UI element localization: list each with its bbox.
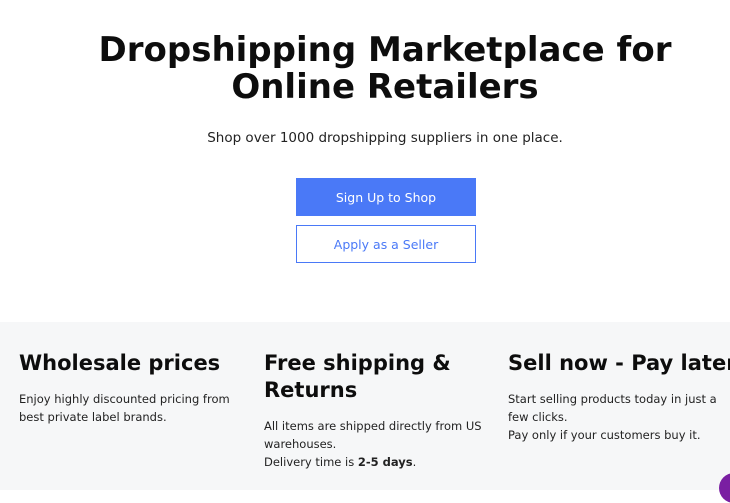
hero-subtitle: Shop over 1000 dropshipping suppliers in… — [207, 130, 563, 146]
sign-up-to-shop-button[interactable]: Sign Up to Shop — [296, 178, 476, 216]
delivery-time-prefix: Delivery time is — [264, 455, 358, 469]
feature-title: Wholesale prices — [19, 351, 221, 375]
feature-description-line: All items are shipped directly from US w… — [264, 419, 482, 451]
page-title: Dropshipping Marketplace for Online Reta… — [98, 30, 672, 107]
feature-description: Start selling products today in just a f… — [508, 390, 730, 444]
feature-description-line: Enjoy highly discounted pricing from bes… — [19, 392, 230, 424]
apply-as-seller-button[interactable]: Apply as a Seller — [296, 225, 476, 263]
feature-description-line: Start selling products today in just a f… — [508, 392, 717, 424]
feature-free-shipping: Free shipping & Returns All items are sh… — [264, 350, 489, 471]
feature-title: Sell now - Pay later — [508, 351, 730, 375]
feature-description: Enjoy highly discounted pricing from bes… — [19, 390, 244, 426]
feature-title: Free shipping & Returns — [264, 351, 451, 402]
features-section: Wholesale prices Enjoy highly discounted… — [0, 322, 730, 490]
delivery-time-suffix: . — [412, 455, 417, 469]
feature-wholesale-prices: Wholesale prices Enjoy highly discounted… — [19, 350, 244, 426]
feature-sell-now-pay-later: Sell now - Pay later Start selling produ… — [508, 350, 730, 444]
delivery-time-line: Delivery time is 2-5 days. — [264, 453, 489, 471]
hero-section: Dropshipping Marketplace for Online Reta… — [0, 0, 730, 322]
delivery-time-value: 2-5 days — [357, 455, 413, 469]
feature-description-line: Pay only if your customers buy it. — [508, 428, 701, 442]
feature-description: All items are shipped directly from US w… — [264, 417, 489, 471]
